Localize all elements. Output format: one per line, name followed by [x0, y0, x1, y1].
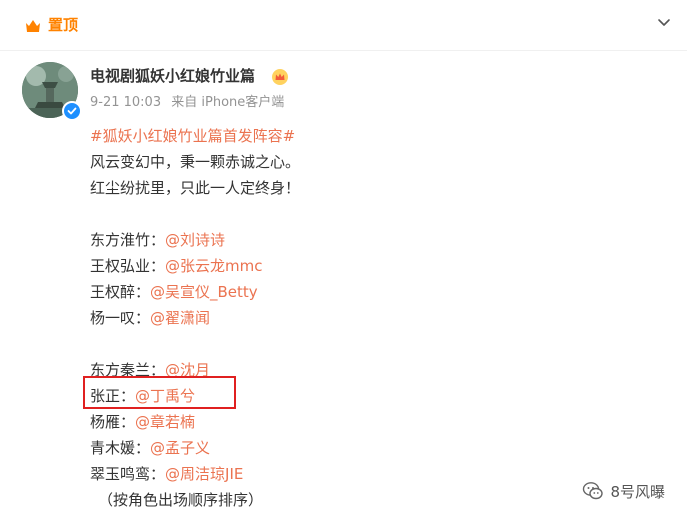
cast-line: 东方淮竹：@刘诗诗: [90, 227, 650, 253]
watermark: 8号风曝: [582, 480, 665, 502]
role-name: 杨雁：: [90, 413, 136, 431]
weibo-post-card: 置顶 电视剧狐妖小红娘竹业篇 9-21 10:03 来自 iPhone客户端 #…: [0, 0, 687, 514]
role-name: 青木媛：: [90, 439, 151, 457]
post-meta: 9-21 10:03 来自 iPhone客户端: [90, 94, 290, 112]
role-name: 王权醉：: [90, 283, 151, 301]
actor-mention[interactable]: @孟子义: [150, 439, 210, 457]
cast-line: 杨雁：@章若楠: [90, 409, 650, 435]
pinned-label: 置顶: [48, 16, 79, 34]
actor-mention[interactable]: @刘诗诗: [165, 231, 225, 249]
role-name: 东方淮竹：: [90, 231, 166, 249]
post-source: 来自 iPhone客户端: [171, 95, 285, 110]
actor-mention[interactable]: @周洁琼JIE: [165, 465, 243, 483]
crown-icon: [272, 69, 288, 85]
intro-line: 风云变幻中，秉一颗赤诚之心。: [90, 153, 301, 171]
role-name: 杨一叹：: [90, 309, 151, 327]
cast-line: 王权醉：@吴宣仪_Betty: [90, 279, 650, 305]
role-name: 翠玉鸣鸾：: [90, 465, 166, 483]
pin-badge-icon: [26, 20, 40, 32]
intro-line: 红尘纷扰里，只此一人定终身！: [90, 179, 301, 197]
chevron-down-icon[interactable]: [655, 14, 673, 32]
post-timestamp[interactable]: 9-21 10:03: [90, 95, 161, 110]
actor-mention[interactable]: @张云龙mmc: [165, 257, 262, 275]
cast-line: 翠玉鸣鸾：@周洁琼JIE: [90, 461, 650, 487]
watermark-text: 8号风曝: [610, 482, 665, 501]
verified-icon: [62, 101, 82, 121]
actor-mention[interactable]: @章若楠: [135, 413, 195, 431]
post-content: #狐妖小红娘竹业篇首发阵容# 风云变幻中，秉一颗赤诚之心。 红尘纷扰里，只此一人…: [90, 123, 650, 513]
hashtag-link[interactable]: #狐妖小红娘竹业篇首发阵容#: [90, 127, 295, 145]
highlight-box: [83, 376, 236, 409]
wechat-icon: [583, 482, 604, 500]
cast-line: 杨一叹：@翟潇闻: [90, 305, 650, 331]
cast-line: 青木媛：@孟子义: [90, 435, 650, 461]
actor-mention[interactable]: @吴宣仪_Betty: [150, 283, 258, 301]
actor-mention[interactable]: @翟潇闻: [150, 309, 210, 327]
role-name: 王权弘业：: [90, 257, 166, 275]
account-name[interactable]: 电视剧狐妖小红娘竹业篇: [90, 66, 255, 86]
cast-line: 王权弘业：@张云龙mmc: [90, 253, 650, 279]
pinned-header: 置顶: [0, 0, 687, 51]
footnote: （按角色出场顺序排序）: [98, 491, 264, 509]
